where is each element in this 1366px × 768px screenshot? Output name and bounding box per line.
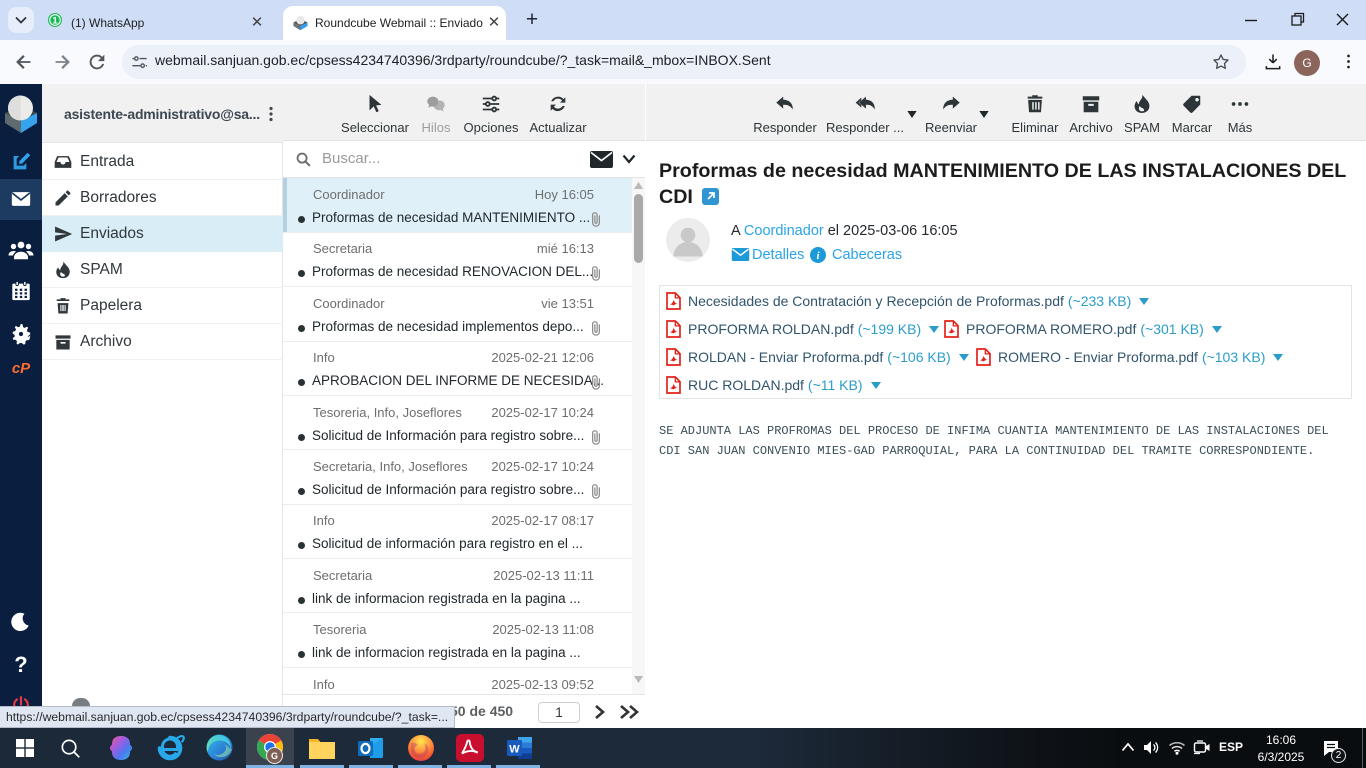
svg-text:W: W: [509, 744, 520, 756]
svg-text:1: 1: [52, 15, 58, 26]
